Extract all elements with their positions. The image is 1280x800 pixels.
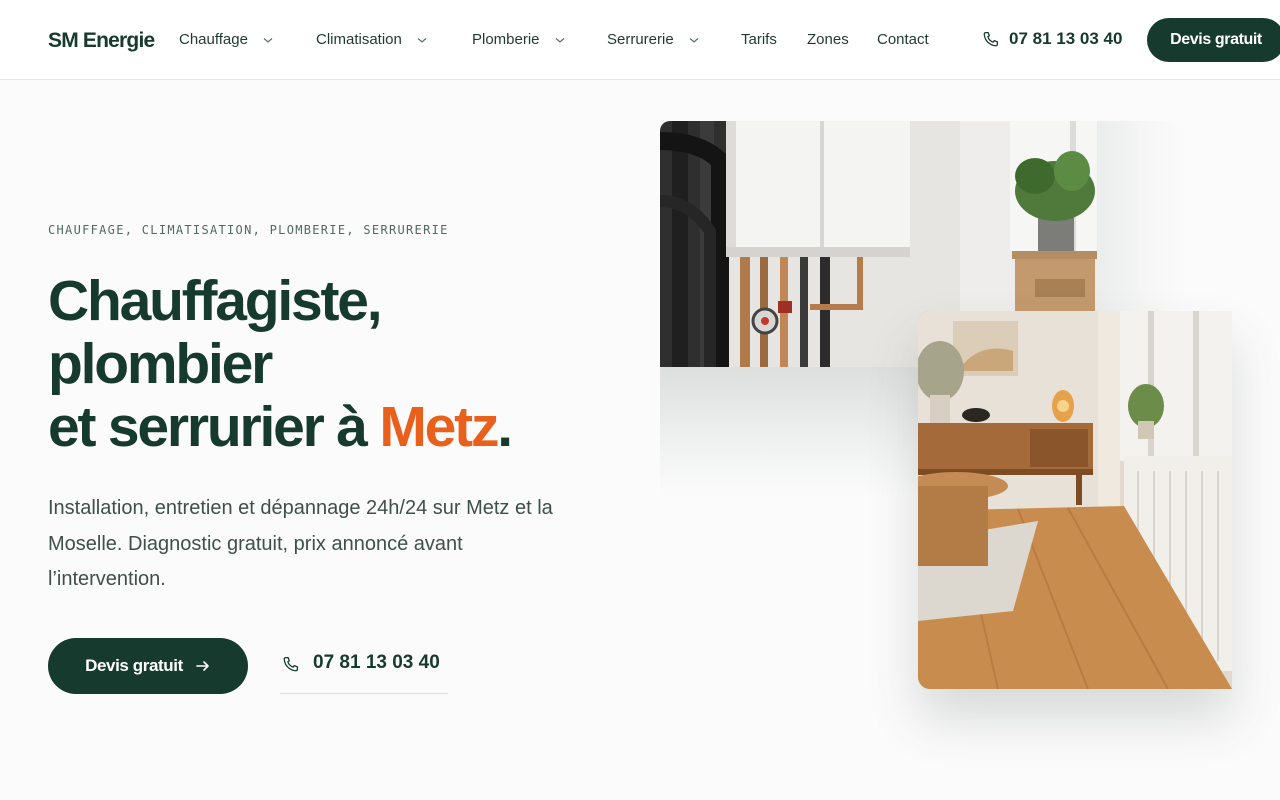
image-fade [1097,121,1187,311]
hero-quote-button[interactable]: Devis gratuit [48,638,248,694]
hero-headline: Chauffagiste, plombier et serrurier à Me… [48,270,608,459]
phone-icon [982,30,1000,48]
nav-item-serrurerie[interactable]: Serrurerie [607,31,700,48]
living-room-photo [918,311,1232,689]
chevron-down-icon [554,34,566,46]
nav-item-tarifs[interactable]: Tarifs [741,31,777,48]
headline-line-1: Chauffagiste, [48,269,383,333]
nav-item-label: Chauffage [179,31,248,48]
brand-logo[interactable]: SM Energie [48,29,155,53]
chevron-down-icon [262,34,274,46]
nav-item-label: Climatisation [316,31,402,48]
hero-phone-number: 07 81 13 03 40 [313,652,440,673]
phone-icon [282,655,300,673]
hero-quote-label: Devis gratuit [85,656,183,675]
nav-item-climatisation[interactable]: Climatisation [316,31,428,48]
nav-item-label: Contact [877,31,929,48]
headline-accent-city: Metz [379,395,499,459]
image-fade [660,367,918,497]
nav-item-label: Plomberie [472,31,540,48]
nav-item-label: Tarifs [741,31,777,48]
header-phone-link[interactable]: 07 81 13 03 40 [982,29,1122,49]
nav-item-label: Zones [807,31,849,48]
hero-eyebrow: CHAUFFAGE, CLIMATISATION, PLOMBERIE, SER… [48,223,449,237]
chevron-down-icon [688,34,700,46]
arrow-right-icon [195,658,211,674]
hero-description: Installation, entretien et dépannage 24h… [48,497,553,590]
header-quote-button[interactable]: Devis gratuit [1147,18,1280,62]
nav-item-zones[interactable]: Zones [807,31,849,48]
header-phone-number: 07 81 13 03 40 [1009,29,1123,48]
headline-period: . [497,395,513,459]
nav-item-plomberie[interactable]: Plomberie [472,31,566,48]
nav-item-label: Serrurerie [607,31,674,48]
nav-item-chauffage[interactable]: Chauffage [179,31,274,48]
hero-phone-link[interactable]: 07 81 13 03 40 [280,652,448,694]
nav-item-contact[interactable]: Contact [877,31,929,48]
site-header: SM Energie Chauffage Climatisation Plomb… [0,0,1280,80]
headline-line-2: plombier [48,332,273,396]
chevron-down-icon [416,34,428,46]
headline-line-3: et serrurier à [48,395,380,459]
